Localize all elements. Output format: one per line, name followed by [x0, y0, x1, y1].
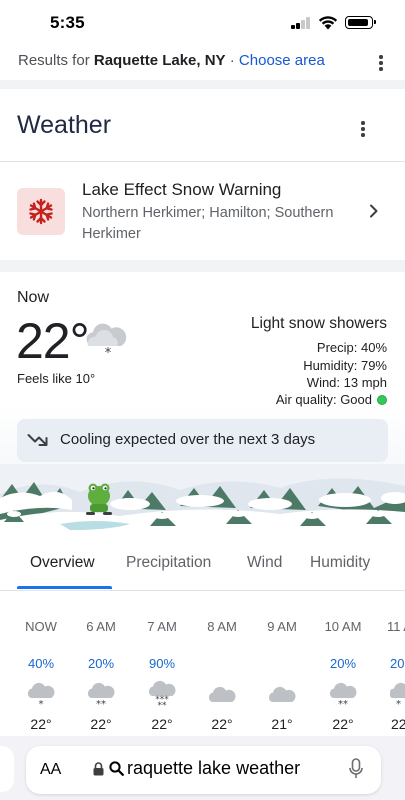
svg-text:**: **	[158, 701, 168, 708]
snowy-landscape-illustration	[0, 464, 405, 538]
forecast-tabs: Overview Precipitation Wind Humidity	[0, 539, 405, 591]
results-bar: Results for Raquette Lake, NY · Choose a…	[0, 46, 405, 80]
air-quality-dot	[377, 395, 387, 405]
svg-text:**: **	[96, 699, 106, 708]
tab-precipitation[interactable]: Precipitation	[126, 554, 211, 572]
snowflake-icon	[17, 188, 65, 235]
results-separator: ·	[225, 52, 239, 69]
search-icon	[109, 761, 124, 776]
status-time: 5:35	[50, 13, 85, 32]
results-prefix: Results for	[18, 52, 94, 69]
divider	[0, 161, 405, 162]
previous-tab-edge[interactable]	[0, 746, 14, 792]
svg-text:*: *	[396, 699, 401, 708]
section-separator	[0, 80, 405, 89]
results-more-options-icon[interactable]	[379, 55, 383, 71]
chevron-right-icon[interactable]	[367, 204, 381, 218]
hour-time: 11 A	[387, 619, 405, 634]
hour-temp: 22°	[30, 716, 52, 732]
hour-temp: 21°	[271, 716, 293, 732]
hour-temp: 22°	[332, 716, 354, 732]
active-tab-indicator	[17, 586, 112, 589]
hour-time: 10 AM	[324, 619, 362, 634]
cloud-icon	[208, 686, 236, 702]
address-bar-query: raquette lake weather	[127, 758, 301, 778]
feels-like: Feels like 10°	[17, 371, 96, 386]
hour-precip: 20%	[87, 656, 115, 671]
snow-cloud-icon: *	[27, 682, 55, 708]
tab-wind[interactable]: Wind	[247, 554, 282, 572]
results-location: Raquette Lake, NY	[93, 52, 226, 69]
choose-area-link[interactable]: Choose area	[239, 52, 325, 69]
air-quality-detail: Air quality: Good	[275, 392, 372, 407]
hour-temp: 22°	[151, 716, 173, 732]
cellular-signal-icon	[291, 17, 311, 29]
alert-title: Lake Effect Snow Warning	[82, 180, 282, 199]
hour-time: NOW	[25, 619, 57, 634]
humidity-detail: Humidity: 79%	[303, 358, 387, 373]
tab-overview[interactable]: Overview	[30, 554, 95, 572]
hour-temp: 22°	[90, 716, 112, 732]
cloud-icon	[268, 686, 296, 702]
heavy-snow-cloud-icon: *** **	[148, 680, 176, 708]
hour-temp: 22°	[211, 716, 233, 732]
weather-more-options-icon[interactable]	[361, 121, 365, 137]
lock-icon	[93, 762, 104, 776]
section-separator	[0, 260, 405, 272]
text-size-label: AA	[40, 761, 62, 778]
snow-cloud-icon: **	[87, 682, 115, 708]
weather-title: Weather	[17, 111, 112, 139]
microphone-icon[interactable]	[349, 758, 363, 780]
status-bar: 5:35	[0, 0, 405, 46]
svg-text:**: **	[338, 699, 348, 708]
condition-text: Light snow showers	[250, 315, 387, 332]
trending-down-icon	[27, 434, 48, 446]
hour-temp: 22	[391, 716, 405, 732]
hour-time: 7 AM	[147, 619, 177, 634]
hour-time: 9 AM	[267, 619, 297, 634]
svg-text:*: *	[39, 699, 44, 708]
text-size-button[interactable]: AA	[40, 761, 61, 779]
snow-cloud-icon: **	[329, 682, 357, 708]
hour-precip: 40%	[27, 656, 55, 671]
battery-icon	[345, 16, 376, 29]
hour-time: 6 AM	[86, 619, 116, 634]
current-temperature: 22°	[16, 313, 90, 369]
results-text: Results for Raquette Lake, NY · Choose a…	[18, 52, 325, 69]
trend-text: Cooling expected over the next 3 days	[60, 431, 316, 448]
alert-areas: Northern Herkimer; Hamilton; Southern He…	[82, 205, 334, 242]
snow-cloud-icon: *	[390, 682, 405, 708]
temperature-trend-card[interactable]: Cooling expected over the next 3 days	[17, 419, 388, 462]
snow-cloud-icon: *	[86, 323, 127, 358]
svg-text:*: *	[105, 346, 112, 358]
hour-precip: 20%	[329, 656, 357, 671]
hour-time: 8 AM	[207, 619, 237, 634]
wind-detail: Wind: 13 mph	[306, 375, 387, 390]
hour-precip: 90%	[148, 656, 176, 671]
wifi-icon	[318, 16, 338, 30]
tab-humidity[interactable]: Humidity	[310, 554, 370, 572]
hour-precip: 20	[390, 656, 405, 671]
address-bar[interactable]: AA raquette lake weather	[26, 746, 381, 794]
precip-detail: Precip: 40%	[316, 340, 387, 355]
now-label: Now	[17, 289, 50, 306]
